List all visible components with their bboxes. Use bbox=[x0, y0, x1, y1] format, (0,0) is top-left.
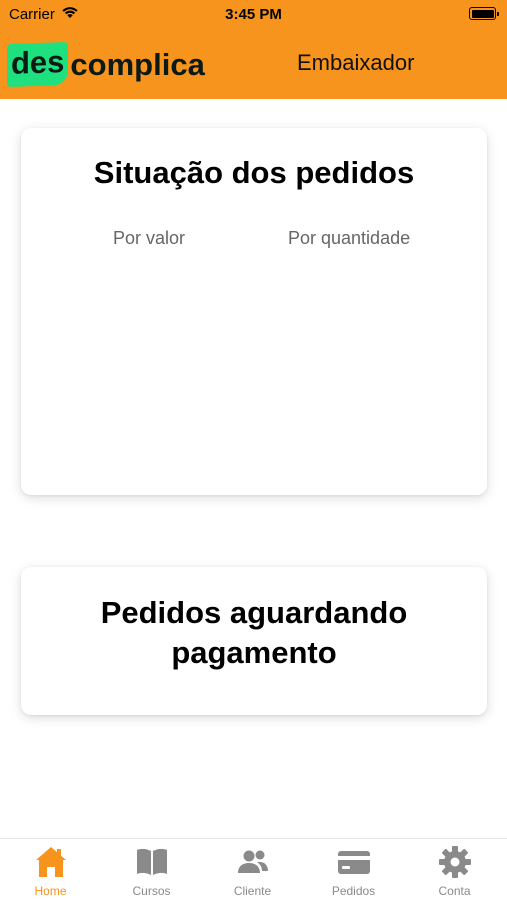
tab-por-quantidade[interactable]: Por quantidade bbox=[288, 228, 410, 249]
tab-cursos-label: Cursos bbox=[132, 884, 171, 898]
tab-cliente[interactable]: Cliente bbox=[202, 839, 303, 900]
tab-conta-label: Conta bbox=[438, 884, 471, 898]
tab-conta[interactable]: Conta bbox=[404, 839, 505, 900]
header-title: Embaixador bbox=[297, 50, 415, 75]
book-icon bbox=[134, 844, 170, 880]
tab-cliente-label: Cliente bbox=[233, 884, 272, 898]
tab-por-valor[interactable]: Por valor bbox=[113, 228, 185, 249]
pending-payment-title: Pedidos aguardando pagamento bbox=[100, 595, 408, 670]
orders-status-card: Situação dos pedidos Por valor Por quant… bbox=[21, 128, 487, 495]
tab-pedidos[interactable]: Pedidos bbox=[303, 839, 404, 900]
descomplica-logo: des complica bbox=[7, 38, 205, 90]
tab-home-label: Home bbox=[34, 884, 67, 898]
app-header: Carrier 3:45 PM des complica Embaixador bbox=[0, 0, 507, 99]
gear-icon bbox=[437, 844, 473, 880]
logo-prefix: des bbox=[7, 41, 69, 87]
status-bar: Carrier 3:45 PM bbox=[0, 0, 507, 28]
bottom-tab-bar: Home Cursos Cliente Pedidos Conta bbox=[0, 838, 507, 900]
logo-suffix: complica bbox=[70, 46, 205, 82]
pending-payment-card[interactable]: Pedidos aguardando pagamento bbox=[21, 567, 487, 715]
orders-status-title: Situação dos pedidos bbox=[93, 155, 415, 190]
tab-home[interactable]: Home bbox=[0, 839, 101, 900]
home-icon bbox=[33, 844, 69, 880]
status-time: 3:45 PM bbox=[225, 6, 282, 23]
tab-cursos[interactable]: Cursos bbox=[101, 839, 202, 900]
users-icon bbox=[235, 844, 271, 880]
tab-pedidos-label: Pedidos bbox=[331, 884, 376, 898]
credit-card-icon bbox=[336, 844, 372, 880]
battery-icon bbox=[469, 7, 499, 20]
